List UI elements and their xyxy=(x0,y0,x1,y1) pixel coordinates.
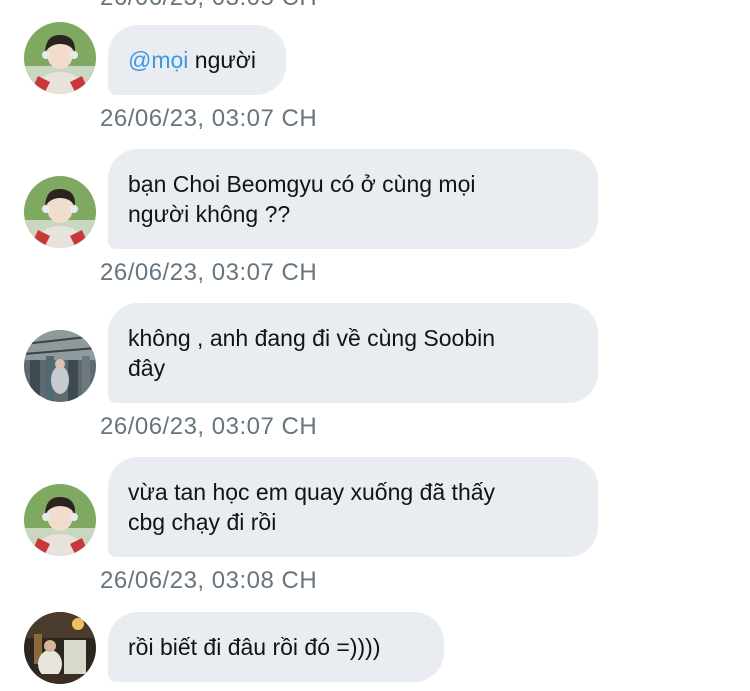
mention-link[interactable]: @mọi xyxy=(128,47,188,73)
avatar[interactable] xyxy=(24,176,96,248)
message-bubble[interactable]: bạn Choi Beomgyu có ở cùng mọi người khô… xyxy=(108,149,598,249)
message-text-line: bạn Choi Beomgyu có ở cùng mọi xyxy=(128,171,476,197)
message-bubble[interactable]: vừa tan học em quay xuống đã thấy cbg ch… xyxy=(108,457,598,557)
message-bubble[interactable]: không , anh đang đi về cùng Soobin đây xyxy=(108,303,598,403)
avatar[interactable] xyxy=(24,22,96,94)
avatar[interactable] xyxy=(24,330,96,402)
message-timestamp: 26/06/23, 03:08 CH xyxy=(100,567,318,594)
message-text: người xyxy=(188,47,256,73)
chat-conversation: 26/06/23, 03:05 CH @mọi người 26/06/23, … xyxy=(0,0,750,691)
message-text: rồi biết đi đâu rồi đó =)))) xyxy=(128,634,381,660)
message-bubble[interactable]: rồi biết đi đâu rồi đó =)))) xyxy=(108,612,444,682)
message-text-line: đây xyxy=(128,355,166,381)
message-bubble[interactable]: @mọi người xyxy=(108,25,286,95)
message-timestamp: 26/06/23, 03:05 CH xyxy=(100,0,317,12)
avatar[interactable] xyxy=(24,484,96,556)
avatar[interactable] xyxy=(24,612,96,684)
message-text-line: cbg chạy đi rồi xyxy=(128,509,277,535)
message-text-line: người không ?? xyxy=(128,201,291,227)
message-timestamp: 26/06/23, 03:07 CH xyxy=(100,105,318,132)
message-text-line: vừa tan học em quay xuống đã thấy xyxy=(128,479,496,505)
message-timestamp: 26/06/23, 03:07 CH xyxy=(100,259,318,286)
message-text-line: không , anh đang đi về cùng Soobin xyxy=(128,325,496,351)
message-timestamp: 26/06/23, 03:07 CH xyxy=(100,413,318,440)
